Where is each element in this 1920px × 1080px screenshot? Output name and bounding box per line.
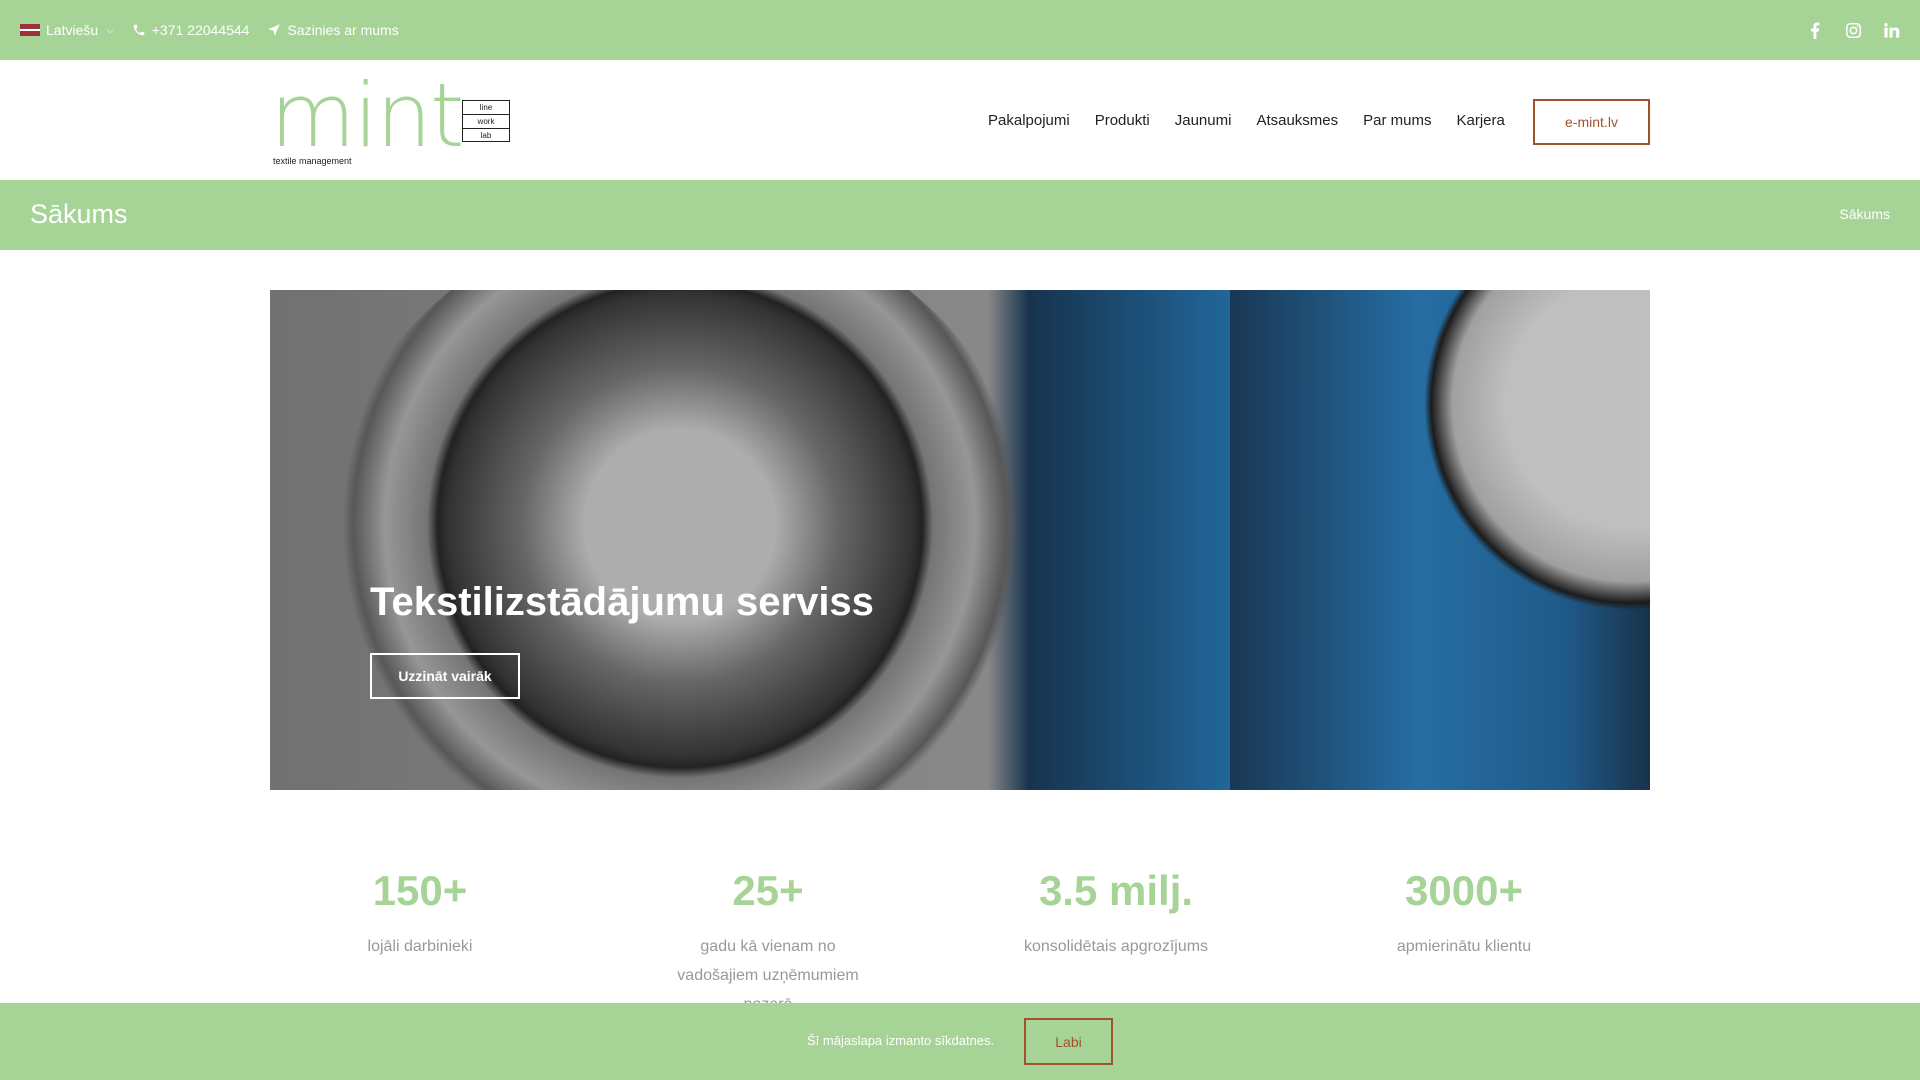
social-links: [1806, 0, 1900, 60]
e-mint-button[interactable]: e-mint.lv: [1533, 99, 1650, 145]
stats-section: 150+ lojāli darbinieki 25+ gadu kā viena…: [270, 870, 1650, 1014]
top-bar-left: Latviešu ⌵ +371 22044544 Sazinies ar mum…: [20, 0, 399, 60]
stat-item: 150+ lojāli darbinieki: [270, 870, 570, 961]
page-title-bar: Sākums Sākums: [0, 180, 1920, 250]
latvia-flag-icon: [20, 24, 40, 36]
site-logo[interactable]: mint textile management line work lab: [270, 72, 530, 172]
phone-number: +371 22044544: [151, 22, 250, 38]
stat-item: 25+ gadu kā vienam no vadošajiem uzņēmum…: [618, 870, 918, 1019]
nav-item-jaunumi[interactable]: Jaunumi: [1175, 112, 1232, 129]
logo-badge: line work lab: [462, 100, 510, 142]
stat-item: 3.5 milj. konsolidētais apgrozījums: [966, 870, 1266, 961]
nav-item-produkti[interactable]: Produkti: [1095, 112, 1150, 129]
facebook-icon[interactable]: [1806, 21, 1824, 39]
learn-more-button[interactable]: Uzzināt vairāk: [370, 653, 520, 699]
hero-banner: Tekstilizstādājumu serviss Uzzināt vairā…: [270, 290, 1650, 790]
linkedin-icon[interactable]: [1882, 21, 1900, 39]
nav-item-pakalpojumi[interactable]: Pakalpojumi: [988, 112, 1070, 129]
language-selector[interactable]: Latviešu ⌵: [20, 22, 114, 38]
logo-wordmark: mint: [270, 64, 464, 167]
page-title: Sākums: [30, 199, 128, 229]
language-label: Latviešu: [46, 22, 99, 38]
contact-link[interactable]: Sazinies ar mums: [267, 22, 399, 38]
hero-overlay: [270, 290, 1650, 790]
chevron-down-icon: ⌵: [106, 24, 114, 36]
stat-value: 3.5 milj.: [1038, 867, 1194, 914]
contact-label: Sazinies ar mums: [287, 22, 399, 38]
hero-title: Tekstilizstādājumu serviss: [370, 580, 874, 624]
cookie-bar: Šī mājaslapa izmanto sīkdatnes. Labi: [0, 1003, 1920, 1080]
stat-value: 25+: [732, 867, 804, 914]
top-bar: Latviešu ⌵ +371 22044544 Sazinies ar mum…: [0, 0, 1920, 60]
nav-item-par-mums[interactable]: Par mums: [1363, 112, 1431, 129]
stat-label: lojāli darbinieki: [367, 938, 473, 955]
logo-tagline: textile management: [273, 156, 352, 166]
cookie-message: Šī mājaslapa izmanto sīkdatnes.: [807, 1033, 995, 1048]
phone-link[interactable]: +371 22044544: [132, 22, 250, 38]
stat-label: konsolidētais apgrozījums: [1023, 938, 1209, 955]
phone-icon: [133, 24, 144, 36]
stat-value: 3000+: [1405, 867, 1523, 914]
stat-item: 3000+ apmierinātu klientu: [1314, 870, 1614, 961]
stat-value: 150+: [372, 867, 468, 914]
send-icon: [268, 24, 281, 36]
logo-badge-line: line: [463, 101, 509, 115]
main-nav: Pakalpojumi Produkti Jaunumi Atsauksmes …: [988, 60, 1505, 180]
stat-label: apmierinātu klientu: [1396, 938, 1532, 955]
nav-item-atsauksmes[interactable]: Atsauksmes: [1256, 112, 1338, 129]
logo-badge-lab: lab: [480, 131, 492, 140]
instagram-icon[interactable]: [1844, 21, 1862, 39]
site-header: mint textile management line work lab Pa…: [0, 60, 1920, 180]
cookie-accept-button[interactable]: Labi: [1024, 1018, 1113, 1065]
breadcrumb[interactable]: Sākums: [1839, 206, 1890, 222]
logo-badge-work: work: [463, 115, 509, 129]
nav-item-karjera[interactable]: Karjera: [1457, 112, 1505, 129]
